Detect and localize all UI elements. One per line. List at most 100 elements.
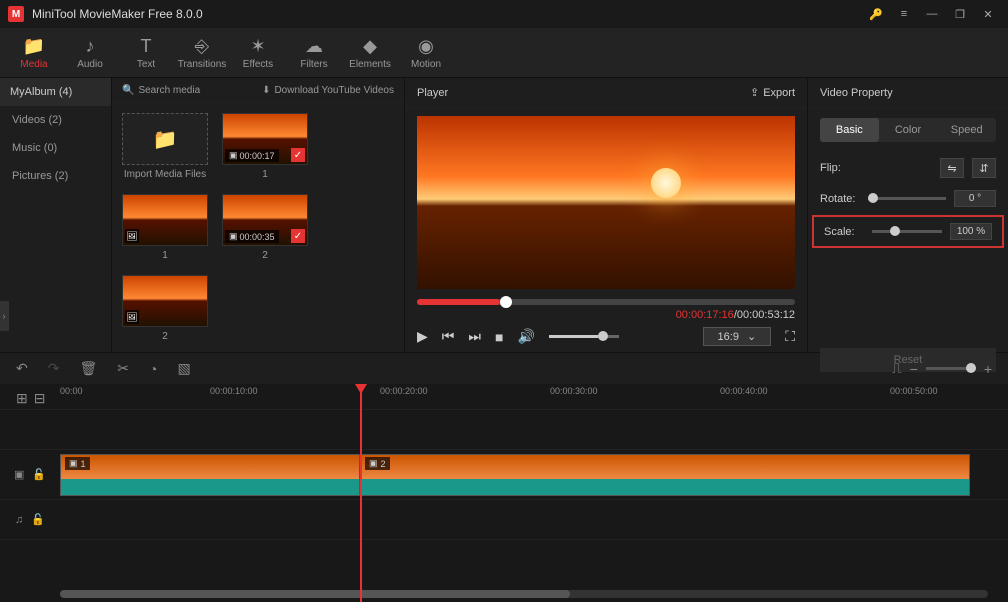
media-panel: 🔍Search media ⬇Download YouTube Videos 📁… xyxy=(112,78,404,352)
zoom-fit-button[interactable]: ⎍ xyxy=(892,360,902,377)
flip-label: Flip: xyxy=(820,162,860,174)
tool-motion[interactable]: ◉Motion xyxy=(400,32,452,73)
import-media-button[interactable]: 📁 Import Media Files xyxy=(122,113,208,180)
aspect-select[interactable]: 16:9⌄ xyxy=(703,327,772,346)
app-title: MiniTool MovieMaker Free 8.0.0 xyxy=(32,7,860,21)
motion-icon: ◉ xyxy=(418,36,434,57)
scale-label: Scale: xyxy=(824,226,864,238)
timeline-scrollbar[interactable] xyxy=(60,590,988,598)
elements-icon: ◆ xyxy=(363,36,377,57)
folder-icon: 📁 xyxy=(23,36,45,57)
delete-button[interactable]: 🗑 xyxy=(79,360,97,377)
download-youtube-button[interactable]: ⬇Download YouTube Videos xyxy=(262,85,394,96)
text-icon: T xyxy=(141,36,152,57)
clip-icon: ▣ xyxy=(369,458,378,469)
minimize-button[interactable]: — xyxy=(920,2,944,26)
sidebar-item-music[interactable]: Music (0) xyxy=(0,134,111,162)
speed-button[interactable]: ◔ xyxy=(149,361,157,377)
check-icon: ✓ xyxy=(291,148,305,162)
zoom-in-button[interactable]: + xyxy=(984,361,992,377)
key-icon[interactable]: 🔑 xyxy=(864,2,888,26)
media-item[interactable]: 🖼 2 xyxy=(122,275,208,342)
crop-button[interactable]: ▧ xyxy=(177,360,190,377)
timeline: ⊞⊟ 00:00 00:00:10:00 00:00:20:00 00:00:3… xyxy=(0,384,1008,602)
video-track[interactable]: ▣1 ▣2 xyxy=(60,450,1008,499)
audio-track[interactable] xyxy=(60,500,1008,539)
lock-icon[interactable]: 🔓 xyxy=(31,513,45,526)
redo-button[interactable]: ↷ xyxy=(48,360,60,377)
zoom-slider[interactable] xyxy=(926,367,976,370)
video-track-icon: ▣ xyxy=(14,468,24,481)
folder-icon: 📁 xyxy=(153,127,178,152)
tool-audio[interactable]: ♪Audio xyxy=(64,32,116,73)
tool-text[interactable]: TText xyxy=(120,32,172,73)
total-time: 00:00:53:12 xyxy=(737,309,795,321)
tool-media[interactable]: 📁Media xyxy=(8,32,60,73)
timeline-clip[interactable]: ▣1 xyxy=(60,454,360,496)
flip-vertical-button[interactable]: ⇵ xyxy=(972,158,996,178)
sidebar-item-videos[interactable]: Videos (2) xyxy=(0,106,111,134)
stop-button[interactable]: ■ xyxy=(495,329,503,345)
flip-horizontal-button[interactable]: ⇋ xyxy=(940,158,964,178)
menu-icon[interactable]: ≡ xyxy=(892,2,916,26)
tool-elements[interactable]: ◆Elements xyxy=(344,32,396,73)
export-button[interactable]: ⇪Export xyxy=(750,86,795,99)
tool-transitions[interactable]: ⎆Transitions xyxy=(176,32,228,73)
split-button[interactable]: ✂ xyxy=(117,360,129,377)
filters-icon: ☁ xyxy=(305,36,323,57)
check-icon: ✓ xyxy=(291,229,305,243)
magnet-button[interactable]: ⊟ xyxy=(34,390,46,407)
app-logo: M xyxy=(8,6,24,22)
lock-icon[interactable]: 🔓 xyxy=(32,468,46,481)
collapse-handle[interactable]: › xyxy=(0,301,9,331)
main-toolbar: 📁Media ♪Audio TText ⎆Transitions ✶Effect… xyxy=(0,28,1008,78)
tool-effects[interactable]: ✶Effects xyxy=(232,32,284,73)
titlebar: M MiniTool MovieMaker Free 8.0.0 🔑 ≡ — ❐… xyxy=(0,0,1008,28)
video-icon: ▣ xyxy=(229,231,238,242)
sidebar: MyAlbum (4) Videos (2) Music (0) Picture… xyxy=(0,78,112,352)
image-icon: 🖼 xyxy=(125,310,139,324)
image-icon: 🖼 xyxy=(125,229,139,243)
rotate-slider[interactable] xyxy=(868,197,946,200)
scale-value[interactable]: 100 % xyxy=(950,223,992,240)
tool-filters[interactable]: ☁Filters xyxy=(288,32,340,73)
tab-speed[interactable]: Speed xyxy=(937,118,996,142)
zoom-out-button[interactable]: − xyxy=(910,361,918,377)
search-input[interactable]: 🔍Search media xyxy=(122,85,256,96)
player-title: Player xyxy=(417,87,448,99)
video-icon: ▣ xyxy=(229,150,238,161)
rotate-value[interactable]: 0 ° xyxy=(954,190,996,207)
media-item[interactable]: ▣00:00:35✓ 2 xyxy=(222,194,308,261)
media-item[interactable]: ▣00:00:17✓ 1 xyxy=(222,113,308,180)
next-button[interactable]: ⏭ xyxy=(468,328,481,345)
undo-button[interactable]: ↶ xyxy=(16,360,28,377)
media-item[interactable]: 🖼 1 xyxy=(122,194,208,261)
scale-slider[interactable] xyxy=(872,230,942,233)
prev-button[interactable]: ⏮ xyxy=(442,328,455,345)
properties-title: Video Property xyxy=(808,78,1008,108)
music-icon: ♪ xyxy=(86,36,95,57)
fullscreen-button[interactable]: ⛶ xyxy=(785,328,795,345)
sidebar-item-pictures[interactable]: Pictures (2) xyxy=(0,162,111,190)
snap-button[interactable]: ⊞ xyxy=(16,390,28,407)
timeline-ruler[interactable]: ⊞⊟ 00:00 00:00:10:00 00:00:20:00 00:00:3… xyxy=(0,384,1008,410)
play-button[interactable]: ▶ xyxy=(417,328,428,345)
playhead[interactable] xyxy=(360,384,362,602)
sidebar-header[interactable]: MyAlbum (4) xyxy=(0,78,111,106)
tab-basic[interactable]: Basic xyxy=(820,118,879,142)
seek-slider[interactable] xyxy=(417,299,795,305)
search-icon: 🔍 xyxy=(122,85,134,96)
maximize-button[interactable]: ❐ xyxy=(948,2,972,26)
chevron-down-icon: ⌄ xyxy=(747,330,756,343)
close-button[interactable]: ✕ xyxy=(976,2,1000,26)
properties-panel: Video Property Basic Color Speed Flip: ⇋… xyxy=(808,78,1008,352)
timeline-clip[interactable]: ▣2 xyxy=(360,454,970,496)
tab-color[interactable]: Color xyxy=(879,118,938,142)
effects-icon: ✶ xyxy=(250,36,265,57)
audio-track-icon: ♫ xyxy=(15,514,23,526)
volume-slider[interactable] xyxy=(549,335,619,338)
export-icon: ⇪ xyxy=(750,86,759,99)
preview-viewport[interactable] xyxy=(417,116,795,289)
clip-icon: ▣ xyxy=(69,458,78,469)
volume-icon[interactable]: 🔊 xyxy=(517,328,534,345)
